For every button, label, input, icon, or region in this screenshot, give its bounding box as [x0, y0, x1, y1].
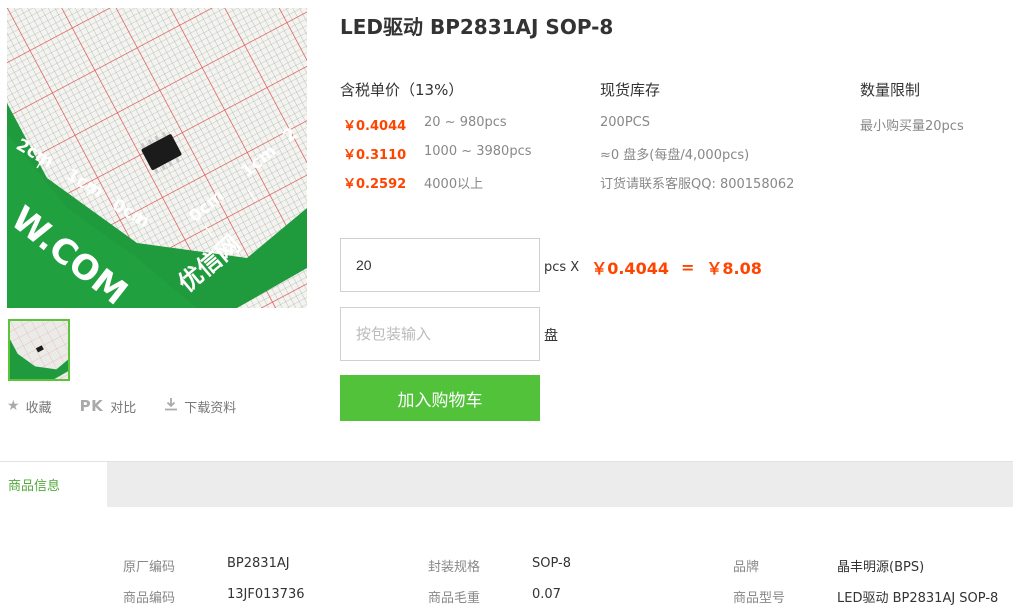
- stock-value: 200PCS: [600, 115, 650, 130]
- total-price: ￥8.08: [706, 259, 762, 278]
- spec-value-brand: 晶丰明源(BPS): [837, 560, 925, 575]
- price-header: 含税单价（13%）: [340, 81, 464, 99]
- add-to-cart-button[interactable]: 加入购物车: [340, 375, 540, 421]
- spec-value-item-code: 13JF013736: [227, 587, 305, 602]
- detail-tab-bar: 商品信息: [0, 461, 1013, 507]
- tier-range-1: 20 ~ 980pcs: [424, 115, 507, 130]
- spec-label-package: 封装规格: [428, 560, 481, 575]
- spec-value-package: SOP-8: [532, 556, 571, 571]
- tab-product-info[interactable]: 商品信息: [0, 461, 107, 507]
- tier-range-2: 1000 ~ 3980pcs: [424, 144, 532, 159]
- unit-price: ￥0.4044: [591, 259, 669, 278]
- download-label: 下载资料: [184, 400, 237, 416]
- quantity-input[interactable]: [340, 238, 540, 292]
- order-contact: 订货请联系客服QQ: 800158062: [600, 177, 795, 192]
- tier-range-3: 4000以上: [424, 177, 484, 192]
- product-thumbnail[interactable]: [8, 319, 70, 381]
- favorite-label: 收藏: [25, 400, 52, 416]
- spec-label-brand: 品牌: [733, 560, 760, 575]
- tier-price-3: ￥0.2592: [343, 177, 407, 192]
- product-actions: ★ 收藏 PK 对比 下载资料: [7, 396, 264, 416]
- unit-label: pcs X: [544, 259, 580, 275]
- reel-unit-label: 盘: [544, 328, 558, 344]
- compare-button[interactable]: PK 对比: [80, 397, 137, 416]
- download-icon: [164, 397, 178, 415]
- spec-label-weight: 商品毛重: [428, 591, 481, 606]
- spec-value-weight: 0.07: [532, 587, 561, 602]
- pk-icon: PK: [79, 397, 104, 415]
- reel-stock: ≈0 盘多(每盘/4,000pcs): [600, 148, 750, 163]
- limit-header: 数量限制: [860, 81, 921, 99]
- product-main-image: 2cm 1cm 0cm 0cm 1cm 2 W.COM 优信网: [7, 8, 307, 308]
- min-purchase: 最小购买量20pcs: [860, 119, 964, 134]
- stock-header: 现货库存: [600, 81, 661, 99]
- product-title: LED驱动 BP2831AJ SOP-8: [340, 15, 614, 39]
- tier-price-2: ￥0.3110: [343, 148, 407, 163]
- product-photo: 2cm 1cm 0cm 0cm 1cm 2 W.COM 优信网: [7, 8, 307, 308]
- compare-label: 对比: [110, 400, 137, 416]
- price-calculation: pcs X ￥0.4044 = ￥8.08: [544, 255, 762, 279]
- spec-value-model: LED驱动 BP2831AJ SOP-8: [837, 591, 999, 606]
- equals-sign: =: [680, 257, 695, 277]
- tier-price-1: ￥0.4044: [343, 119, 407, 134]
- spec-label-mfr-code: 原厂编码: [123, 560, 176, 575]
- spec-label-model: 商品型号: [733, 591, 786, 606]
- spec-value-mfr-code: BP2831AJ: [227, 556, 290, 571]
- reel-quantity-input[interactable]: [340, 307, 540, 361]
- spec-label-item-code: 商品编码: [123, 591, 176, 606]
- favorite-button[interactable]: ★ 收藏: [7, 397, 52, 416]
- download-button[interactable]: 下载资料: [164, 397, 236, 416]
- thumbnail-photo: [10, 321, 68, 379]
- star-icon: ★: [7, 398, 20, 414]
